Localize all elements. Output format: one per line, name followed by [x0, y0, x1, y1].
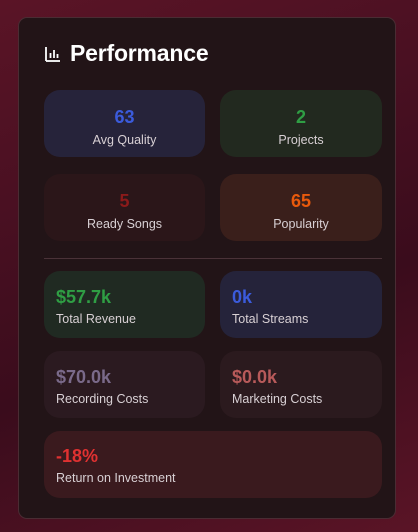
section-divider [44, 258, 382, 259]
stat-label: Avg Quality [92, 133, 157, 147]
stat-value: 0k [232, 287, 253, 307]
bar-chart-icon [44, 45, 62, 63]
performance-card: Performance 63 Avg Quality 2 Projects 5 … [18, 17, 396, 519]
stat-total-revenue: $57.7k Total Revenue [44, 271, 205, 338]
stat-value: $57.7k [56, 287, 112, 307]
stat-marketing-costs: $0.0k Marketing Costs [220, 351, 382, 418]
stat-avg-quality: 63 Avg Quality [44, 90, 205, 157]
stat-label: Popularity [273, 217, 329, 231]
stat-value: 5 [119, 191, 130, 211]
stat-recording-costs: $70.0k Recording Costs [44, 351, 205, 418]
stat-label: Recording Costs [56, 392, 149, 406]
stat-roi: -18% Return on Investment [44, 431, 382, 498]
stat-value: $0.0k [232, 367, 278, 387]
stat-label: Projects [278, 133, 324, 147]
stat-popularity: 65 Popularity [220, 174, 382, 241]
stat-projects: 2 Projects [220, 90, 382, 157]
stat-label: Marketing Costs [232, 392, 323, 406]
stat-value: $70.0k [56, 367, 112, 387]
stat-value: 63 [114, 107, 135, 127]
stat-label: Total Revenue [56, 312, 136, 326]
card-header: Performance [44, 40, 209, 67]
stat-total-streams: 0k Total Streams [220, 271, 382, 338]
stat-label: Total Streams [232, 312, 309, 326]
stat-value: 2 [295, 107, 306, 127]
stat-ready-songs: 5 Ready Songs [44, 174, 205, 241]
stat-label: Return on Investment [56, 471, 176, 485]
stat-value: -18% [56, 446, 99, 466]
stat-value: 65 [290, 191, 312, 211]
stat-label: Ready Songs [86, 217, 163, 231]
page-title: Performance [70, 40, 209, 66]
